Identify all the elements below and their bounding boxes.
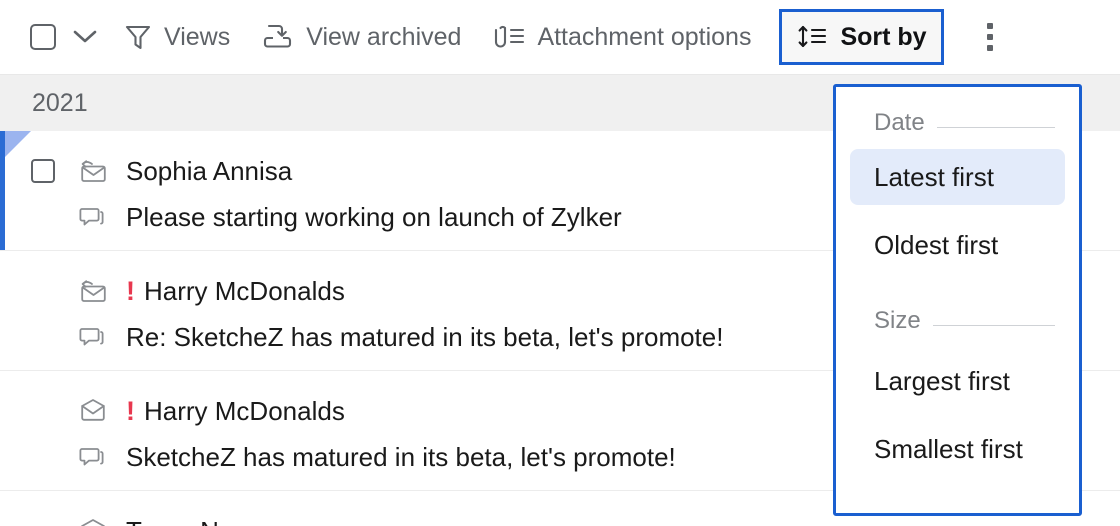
toolbar-button-sort-by[interactable]: Sort by (779, 9, 944, 65)
toolbar-label-attachment-options: Attachment options (537, 22, 752, 51)
envelope-replied-icon (78, 278, 114, 304)
mail-row-from: Harry McDonalds (144, 275, 345, 306)
year-group-label: 2021 (32, 88, 88, 117)
mail-row-from: Trang Nguyen (126, 516, 290, 526)
toolbar-button-attachment-options[interactable]: Attachment options (483, 13, 761, 61)
menu-item-label: Latest first (874, 161, 994, 192)
mail-row-from-line: Trang Nguyen (0, 513, 290, 526)
mail-app-window: Views View archived Attachment options S… (0, 0, 1120, 526)
filter-funnel-icon (124, 22, 152, 52)
toolbar-label-view-archived: View archived (306, 22, 462, 51)
mail-row-subject-line: Re: SketcheZ has matured in its beta, le… (0, 319, 723, 355)
dropdown-section-label: Date (874, 109, 925, 136)
more-options-icon[interactable] (970, 14, 1010, 60)
row-checkbox[interactable] (31, 159, 55, 183)
envelope-open-icon (78, 398, 114, 424)
mail-row-subject: SketcheZ has matured in its beta, let's … (126, 441, 676, 472)
row-checkbox-slot[interactable] (31, 159, 65, 183)
menu-item-label: Largest first (874, 365, 1010, 396)
menu-item-latest-first[interactable]: Latest first (850, 149, 1065, 205)
menu-item-largest-first[interactable]: Largest first (850, 353, 1065, 409)
mail-row-subject-line: Please starting working on launch of Zyl… (0, 199, 622, 235)
priority-flag-icon: ! (126, 395, 135, 426)
sort-arrows-list-icon (796, 22, 828, 52)
mail-row-from: Harry McDonalds (144, 395, 345, 426)
mail-row-from: Sophia Annisa (126, 155, 293, 186)
dropdown-section-label: Size (874, 307, 921, 334)
sort-by-dropdown-menu: Date Latest first Oldest first Size Larg… (833, 84, 1082, 516)
menu-item-label: Smallest first (874, 433, 1023, 464)
conversation-icon (78, 324, 114, 350)
menu-item-label: Oldest first (874, 229, 999, 260)
conversation-icon (78, 204, 114, 230)
toolbar-button-view-archived[interactable]: View archived (252, 13, 471, 61)
dropdown-section-header-size: Size (836, 301, 1079, 341)
chevron-down-icon[interactable] (68, 17, 102, 57)
list-toolbar: Views View archived Attachment options S… (0, 0, 1120, 75)
menu-item-oldest-first[interactable]: Oldest first (850, 217, 1065, 273)
section-divider (936, 126, 1055, 128)
more-dot (986, 34, 993, 40)
toolbar-label-views: Views (164, 22, 231, 51)
more-dot (986, 23, 993, 29)
toolbar-button-views[interactable]: Views (114, 13, 240, 61)
menu-item-smallest-first[interactable]: Smallest first (850, 421, 1065, 477)
priority-flag-icon: ! (126, 275, 135, 306)
envelope-replied-icon (78, 158, 114, 184)
dropdown-section-header-date: Date (836, 103, 1079, 143)
toolbar-label-sort-by: Sort by (840, 22, 927, 51)
envelope-open-icon (78, 518, 114, 526)
section-divider (932, 324, 1055, 326)
conversation-icon (78, 444, 114, 470)
mail-row-from-line: Sophia Annisa (0, 153, 292, 189)
select-all-checkbox[interactable] (30, 24, 56, 50)
mail-row-from-line: ! Harry McDonalds (0, 273, 345, 309)
paperclip-list-icon (493, 22, 525, 52)
mail-row-subject: Re: SketcheZ has matured in its beta, le… (126, 321, 724, 352)
mail-row-from-line: ! Harry McDonalds (0, 393, 345, 429)
more-dot (986, 45, 993, 51)
mail-row-subject: Please starting working on launch of Zyl… (126, 201, 622, 232)
mail-row-subject-line: SketcheZ has matured in its beta, let's … (0, 439, 676, 475)
archive-box-icon (262, 22, 294, 52)
